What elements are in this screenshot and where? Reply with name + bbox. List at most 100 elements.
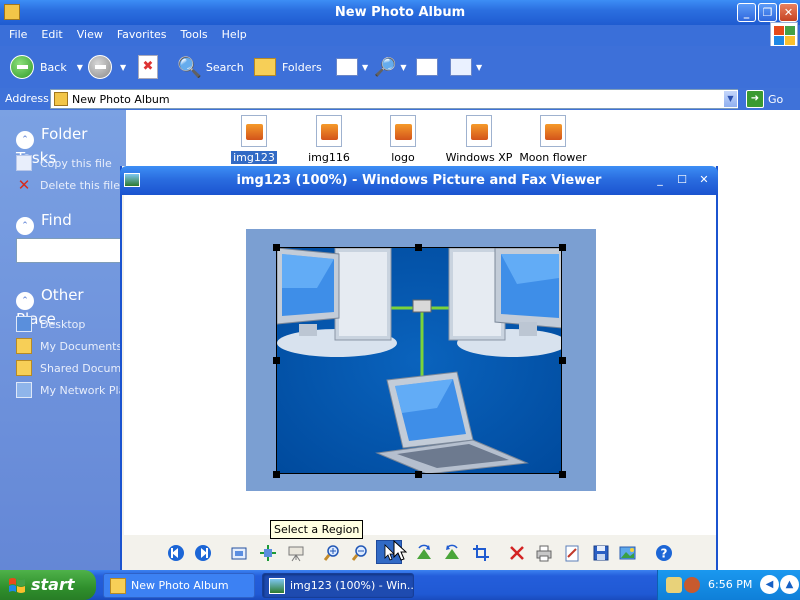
- delete-file-link[interactable]: ✕ Delete this file: [16, 177, 120, 193]
- zoom-in-button[interactable]: [322, 543, 342, 563]
- close-button[interactable]: ✕: [779, 3, 798, 22]
- address-value: New Photo Album: [72, 93, 170, 106]
- selection-handle[interactable]: [559, 357, 566, 364]
- network-clipart-image[interactable]: [276, 247, 562, 474]
- place-my-network[interactable]: My Network Pla: [16, 382, 125, 398]
- selection-handle[interactable]: [273, 357, 280, 364]
- back-arrow-icon: [10, 55, 34, 79]
- system-tray: 6:56 PM ◀ ▲: [657, 570, 800, 600]
- mouse-cursor-icon: [393, 540, 407, 561]
- views-button[interactable]: ▼: [336, 54, 368, 80]
- open-for-editing-button[interactable]: [618, 543, 638, 563]
- delete-doc-icon: ✖: [138, 55, 158, 79]
- copy-file-link[interactable]: Copy this file: [16, 155, 112, 171]
- image-file-icon: [390, 115, 416, 147]
- documents-folder-icon: [16, 338, 32, 354]
- up-folder-button[interactable]: ✖: [138, 54, 158, 80]
- forward-button[interactable]: ▼: [88, 54, 126, 80]
- tray-network-icon[interactable]: [666, 577, 682, 593]
- menu-edit[interactable]: Edit: [34, 25, 69, 44]
- taskbar: start New Photo Album img123 (100%) - Wi…: [0, 570, 800, 600]
- thumbnail-view-button[interactable]: ▼: [450, 54, 482, 80]
- start-button[interactable]: start: [0, 570, 96, 600]
- forward-arrow-icon: [88, 55, 112, 79]
- delete-button[interactable]: [507, 543, 527, 563]
- find-input[interactable]: [16, 238, 126, 263]
- task-pane: ⌃ Folder Tasks Copy this file ✕ Delete thi…: [0, 110, 128, 570]
- selection-handle[interactable]: [273, 471, 280, 478]
- menu-tools[interactable]: Tools: [174, 25, 215, 44]
- folders-button[interactable]: Folders: [254, 54, 322, 80]
- selection-handle[interactable]: [415, 244, 422, 251]
- selection-handle[interactable]: [559, 244, 566, 251]
- previous-image-button[interactable]: [166, 543, 186, 563]
- go-arrow-icon: ➜: [746, 90, 764, 108]
- delete-x-icon: ✕: [17, 176, 31, 194]
- file-label: img123: [231, 151, 277, 164]
- file-label: logo: [391, 151, 415, 164]
- back-label: Back: [40, 60, 67, 74]
- windows-logo-icon: [770, 22, 798, 47]
- image-file-icon: [466, 115, 492, 147]
- best-fit-button[interactable]: [229, 543, 249, 563]
- menu-view[interactable]: View: [70, 25, 110, 44]
- file-item-img123[interactable]: img123: [214, 115, 294, 164]
- back-button[interactable]: Back ▼: [10, 54, 83, 80]
- menu-favorites[interactable]: Favorites: [110, 25, 174, 44]
- file-label: Moon flower: [519, 151, 587, 164]
- crop-tool-button[interactable]: [471, 543, 491, 563]
- desktop-icon: [16, 316, 32, 332]
- viewer-title-bar[interactable]: img123 (100%) - Windows Picture and Fax …: [120, 166, 718, 195]
- minimize-button[interactable]: _: [653, 173, 667, 187]
- selection-handle[interactable]: [559, 471, 566, 478]
- search-icon: 🔍: [177, 55, 202, 79]
- save-button[interactable]: [591, 543, 611, 563]
- taskbar-button-explorer[interactable]: New Photo Album: [103, 573, 255, 598]
- rotate-clockwise-button[interactable]: [414, 543, 434, 563]
- file-item-windows-xp[interactable]: Windows XP: [439, 115, 519, 164]
- next-image-button[interactable]: [193, 543, 213, 563]
- restore-button[interactable]: ❐: [758, 3, 777, 22]
- place-my-documents[interactable]: My Documents: [16, 338, 122, 354]
- go-button[interactable]: ➜ Go: [746, 90, 783, 108]
- edit-image-button[interactable]: [562, 543, 582, 563]
- help-button[interactable]: ?: [654, 543, 674, 563]
- print-button[interactable]: [534, 543, 554, 563]
- taskbar-button-viewer[interactable]: img123 (100%) - Win...: [262, 573, 414, 598]
- find-header[interactable]: ⌃ Find: [16, 211, 72, 235]
- zoom-out-button[interactable]: [350, 543, 370, 563]
- minimize-button[interactable]: _: [737, 3, 756, 22]
- tray-security-icon[interactable]: [684, 577, 700, 593]
- rotate-counterclockwise-button[interactable]: [442, 543, 462, 563]
- file-item-logo[interactable]: logo: [363, 115, 443, 164]
- file-item-moon-flower[interactable]: Moon flower: [513, 115, 593, 164]
- collapse-chevron-icon: ⌃: [16, 131, 34, 149]
- file-item-img116[interactable]: img116: [289, 115, 369, 164]
- address-dropdown-button[interactable]: ▼: [723, 90, 738, 108]
- maximize-button[interactable]: ☐: [675, 173, 689, 187]
- selection-handle[interactable]: [415, 471, 422, 478]
- place-shared-documents[interactable]: Shared Docume: [16, 360, 128, 376]
- close-button[interactable]: ✕: [697, 173, 711, 187]
- actual-size-button[interactable]: [258, 543, 278, 563]
- address-label: Address: [5, 92, 49, 105]
- search-button[interactable]: 🔍 Search: [177, 54, 244, 80]
- chevron-up-icon[interactable]: ▲: [780, 575, 799, 594]
- details-view-button[interactable]: [416, 54, 438, 80]
- explorer-title-bar: New Photo Album _ ❐ ✕: [0, 0, 800, 25]
- place-desktop[interactable]: Desktop: [16, 316, 85, 332]
- image-file-icon: [241, 115, 267, 147]
- chevron-left-icon[interactable]: ◀: [760, 575, 779, 594]
- slideshow-button[interactable]: [286, 543, 306, 563]
- picture-viewer-window: img123 (100%) - Windows Picture and Fax …: [120, 166, 718, 572]
- zoom-button[interactable]: 🔎 ▼: [374, 54, 407, 80]
- svg-text:?: ?: [661, 547, 668, 561]
- address-input[interactable]: New Photo Album: [50, 89, 738, 109]
- selection-handle[interactable]: [273, 244, 280, 251]
- collapse-chevron-icon: ⌃: [16, 217, 34, 235]
- network-icon: [16, 382, 32, 398]
- chevron-down-icon: ▼: [120, 62, 127, 72]
- folder-icon: [110, 577, 126, 594]
- menu-file[interactable]: File: [2, 25, 34, 44]
- menu-help[interactable]: Help: [215, 25, 254, 44]
